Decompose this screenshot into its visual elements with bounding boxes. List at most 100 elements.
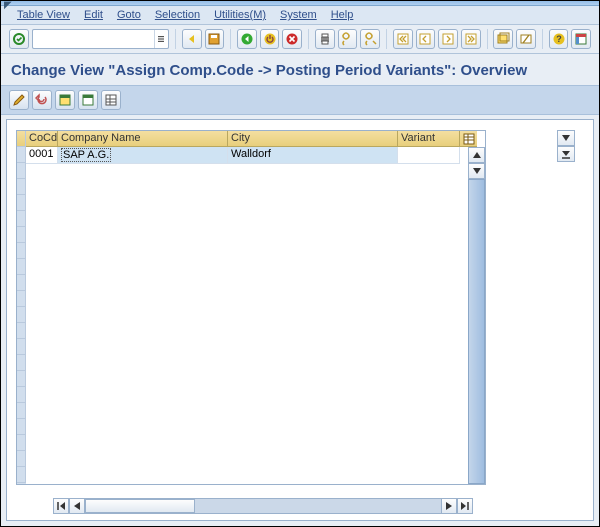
row-selector[interactable]	[17, 275, 26, 291]
row-selector[interactable]	[17, 451, 26, 467]
row-selector[interactable]	[17, 467, 26, 483]
enter-button[interactable]	[9, 29, 29, 49]
command-dropdown-icon[interactable]	[154, 30, 168, 48]
toolbar-sep	[487, 29, 488, 49]
nav-back-button[interactable]	[237, 29, 257, 49]
chevron-left-icon	[74, 502, 80, 510]
next-page-button[interactable]	[438, 29, 458, 49]
row-selector[interactable]	[17, 355, 26, 371]
row-selector[interactable]	[17, 371, 26, 387]
menu-table-view[interactable]: Table View	[17, 9, 70, 21]
hscroll-last-button[interactable]	[457, 498, 473, 514]
help-icon: ?	[552, 32, 566, 46]
find-button[interactable]	[338, 29, 358, 49]
row-selector[interactable]	[17, 259, 26, 275]
find-icon	[340, 32, 354, 46]
exit-icon	[263, 32, 277, 46]
col-header-variant[interactable]: Variant	[398, 131, 460, 147]
first-page-button[interactable]	[393, 29, 413, 49]
last-page-button[interactable]	[461, 29, 481, 49]
scroll-down-button[interactable]	[468, 163, 485, 179]
cell-cocd[interactable]: 0001	[26, 147, 58, 164]
last-page-icon	[464, 32, 478, 46]
command-field[interactable]	[32, 29, 169, 49]
table-row[interactable]: 0001 SAP A.G. Walldorf	[26, 147, 468, 164]
hscroll-right-button[interactable]	[441, 498, 457, 514]
scroll-up-button[interactable]	[468, 147, 485, 163]
nav-back-icon	[240, 32, 254, 46]
row-selector[interactable]	[17, 323, 26, 339]
go-first-icon	[56, 501, 66, 511]
layout-icon	[574, 32, 588, 46]
menu-goto[interactable]: Goto	[117, 9, 141, 21]
find-next-button[interactable]	[360, 29, 380, 49]
save-button[interactable]	[205, 29, 225, 49]
content-area: CoCd Company Name City Variant 0001 SAP …	[6, 119, 594, 521]
gutter-header[interactable]	[17, 131, 26, 147]
chevron-right-icon	[446, 502, 452, 510]
hscroll-track[interactable]	[85, 498, 441, 514]
page-down-button[interactable]	[557, 130, 575, 146]
row-selector[interactable]	[17, 227, 26, 243]
cell-company-name[interactable]: SAP A.G.	[58, 147, 228, 164]
row-selector[interactable]	[17, 291, 26, 307]
svg-text:?: ?	[556, 34, 562, 44]
configure-columns-button[interactable]	[460, 131, 477, 147]
undo-icon	[35, 93, 49, 107]
hscroll-left-button[interactable]	[69, 498, 85, 514]
horizontal-scrollbar[interactable]	[53, 498, 473, 514]
col-header-company-name[interactable]: Company Name	[58, 131, 228, 147]
table-settings-button[interactable]	[101, 90, 121, 110]
chevron-down-icon	[562, 135, 570, 141]
menu-system[interactable]: System	[280, 9, 317, 21]
row-selector[interactable]	[17, 179, 26, 195]
back-button[interactable]	[182, 29, 202, 49]
window-menu-icon[interactable]: ◤	[4, 0, 12, 11]
help-button[interactable]: ?	[549, 29, 569, 49]
row-selector[interactable]	[17, 387, 26, 403]
page-last-icon	[561, 149, 571, 159]
row-selector[interactable]	[17, 195, 26, 211]
standard-toolbar: ?	[1, 25, 599, 54]
prev-page-icon	[418, 32, 432, 46]
next-page-icon	[441, 32, 455, 46]
menu-selection[interactable]: Selection	[155, 9, 200, 21]
grid-vertical-scrollbar[interactable]	[468, 147, 485, 484]
menu-utilities[interactable]: Utilities(M)	[214, 9, 266, 21]
row-selector[interactable]	[17, 435, 26, 451]
hscroll-first-button[interactable]	[53, 498, 69, 514]
hscroll-thumb[interactable]	[85, 499, 195, 513]
row-selector[interactable]	[17, 419, 26, 435]
change-entry-button[interactable]	[9, 90, 29, 110]
page-last-button[interactable]	[557, 146, 575, 162]
toolbar-sep	[308, 29, 309, 49]
prev-page-button[interactable]	[416, 29, 436, 49]
row-selector[interactable]	[17, 211, 26, 227]
new-session-button[interactable]	[493, 29, 513, 49]
scroll-thumb[interactable]	[468, 179, 485, 484]
menu-help[interactable]: Help	[331, 9, 354, 21]
row-selector[interactable]	[17, 147, 26, 163]
toolbar-sep	[230, 29, 231, 49]
row-selector-gutter	[17, 131, 26, 484]
print-button[interactable]	[315, 29, 335, 49]
scroll-track[interactable]	[468, 179, 485, 484]
row-selector[interactable]	[17, 307, 26, 323]
row-selector[interactable]	[17, 403, 26, 419]
cell-city[interactable]: Walldorf	[228, 147, 398, 164]
row-selector[interactable]	[17, 243, 26, 259]
cell-variant[interactable]	[398, 147, 460, 164]
cancel-button[interactable]	[282, 29, 302, 49]
table-config-icon	[463, 133, 475, 145]
layout-button[interactable]	[571, 29, 591, 49]
col-header-city[interactable]: City	[228, 131, 398, 147]
undo-button[interactable]	[32, 90, 52, 110]
deselect-all-button[interactable]	[78, 90, 98, 110]
exit-button[interactable]	[260, 29, 280, 49]
menu-edit[interactable]: Edit	[84, 9, 103, 21]
shortcut-button[interactable]	[516, 29, 536, 49]
select-all-button[interactable]	[55, 90, 75, 110]
col-header-cocd[interactable]: CoCd	[26, 131, 58, 147]
row-selector[interactable]	[17, 163, 26, 179]
row-selector[interactable]	[17, 339, 26, 355]
